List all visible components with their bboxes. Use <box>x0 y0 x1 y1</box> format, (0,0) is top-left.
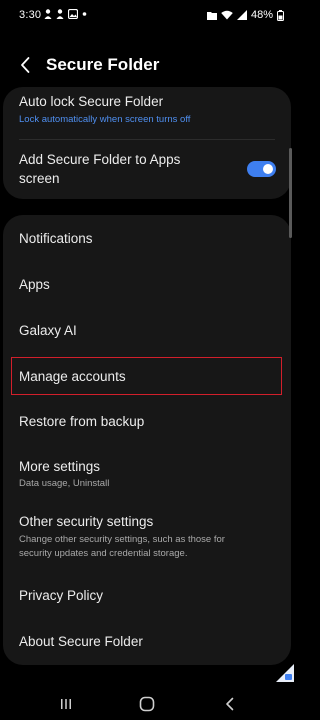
other-security-title: Other security settings <box>19 514 154 529</box>
toggle-knob <box>263 164 273 174</box>
gallery-icon <box>68 9 78 19</box>
recents-button[interactable] <box>54 692 78 716</box>
restore-from-backup-item[interactable]: Restore from backup <box>3 399 291 445</box>
auto-lock-subtitle: Lock automatically when screen turns off <box>19 114 191 125</box>
privacy-policy-item[interactable]: Privacy Policy <box>3 573 291 619</box>
status-right: 48% <box>206 9 284 21</box>
auto-lock-title: Auto lock Secure Folder <box>19 94 164 109</box>
add-to-apps-item[interactable]: Add Secure Folder to Apps screen <box>3 140 291 199</box>
dot-icon <box>82 12 87 16</box>
auto-lock-item[interactable]: Auto lock Secure Folder Lock automatical… <box>3 87 291 139</box>
screenshot-thumbnail-icon[interactable] <box>274 664 294 682</box>
more-settings-title: More settings <box>19 459 101 474</box>
page-title: Secure Folder <box>46 55 160 74</box>
privacy-policy-title: Privacy Policy <box>19 588 104 603</box>
folder-icon <box>206 11 217 20</box>
notifications-title: Notifications <box>19 231 93 246</box>
home-button[interactable] <box>135 692 159 716</box>
status-bar: 3:30 48% <box>0 0 294 30</box>
manage-accounts-highlight <box>11 357 282 395</box>
other-security-subtitle-line2: security updates and credential storage. <box>19 548 188 559</box>
back-nav-button[interactable] <box>218 692 242 716</box>
app-header: Secure Folder <box>0 50 294 82</box>
person-icon <box>44 9 52 19</box>
wifi-icon <box>221 10 233 20</box>
back-icon <box>226 697 234 711</box>
signal-icon <box>236 10 247 20</box>
notifications-item[interactable]: Notifications <box>3 215 291 261</box>
more-settings-item[interactable]: More settings Data usage, Uninstall <box>3 445 291 497</box>
status-time: 3:30 <box>19 9 42 21</box>
about-secure-folder-title: About Secure Folder <box>19 634 143 649</box>
other-security-item[interactable]: Other security settings Change other sec… <box>3 497 291 573</box>
scrollbar[interactable] <box>289 148 292 238</box>
add-to-apps-title-line2: screen <box>19 171 60 186</box>
secure-folder-badge-icon <box>276 664 294 682</box>
settings-card-top: Auto lock Secure Folder Lock automatical… <box>3 87 291 199</box>
more-settings-subtitle: Data usage, Uninstall <box>19 478 110 489</box>
battery-icon <box>277 9 284 21</box>
galaxy-ai-item[interactable]: Galaxy AI <box>3 307 291 353</box>
person-icon <box>56 9 64 19</box>
navigation-bar <box>0 688 294 720</box>
restore-from-backup-title: Restore from backup <box>19 414 145 429</box>
about-secure-folder-item[interactable]: About Secure Folder <box>3 619 291 665</box>
home-icon <box>139 696 155 712</box>
apps-title: Apps <box>19 277 50 292</box>
add-to-apps-title-line1: Add Secure Folder to Apps <box>19 152 181 167</box>
apps-item[interactable]: Apps <box>3 261 291 307</box>
add-to-apps-toggle[interactable] <box>247 161 276 177</box>
chevron-left-icon <box>21 57 30 73</box>
recents-icon <box>61 699 71 709</box>
back-button[interactable] <box>14 54 36 76</box>
battery-percent: 48% <box>250 9 273 21</box>
notification-icons <box>44 9 87 19</box>
other-security-subtitle-line1: Change other security settings, such as … <box>19 534 225 545</box>
galaxy-ai-title: Galaxy AI <box>19 323 77 338</box>
settings-card-main: Notifications Apps Galaxy AI Manage acco… <box>3 215 291 665</box>
